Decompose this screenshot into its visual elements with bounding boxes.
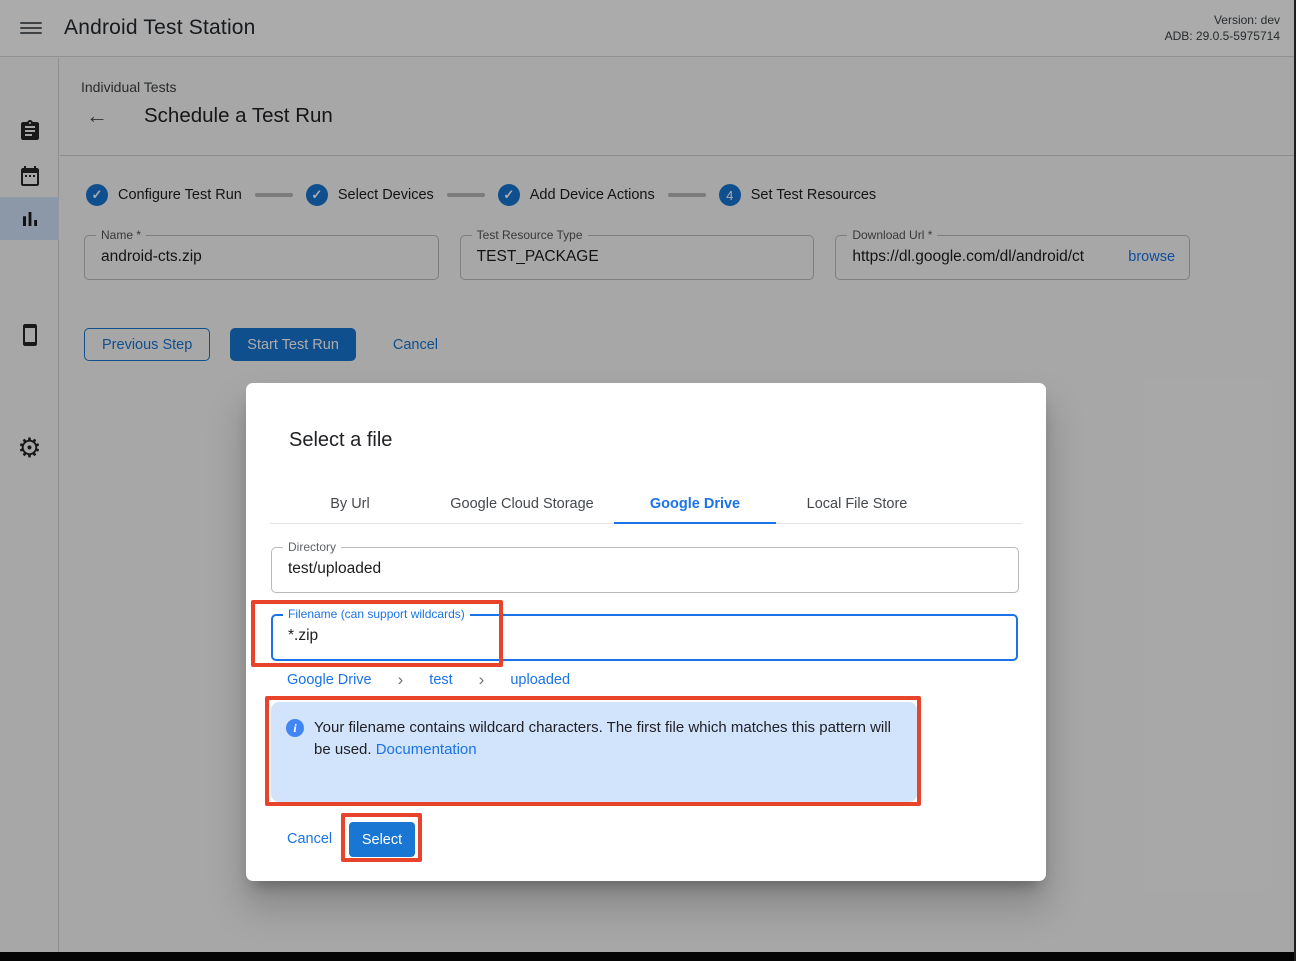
directory-field[interactable]: Directory test/uploaded bbox=[271, 547, 1019, 593]
documentation-link[interactable]: Documentation bbox=[376, 741, 477, 758]
dialog-cancel-button[interactable]: Cancel bbox=[287, 831, 332, 847]
select-file-dialog: Select a file By Url Google Cloud Storag… bbox=[246, 383, 1046, 881]
directory-field-label: Directory bbox=[283, 540, 341, 554]
filename-field[interactable]: Filename (can support wildcards) *.zip bbox=[271, 614, 1018, 661]
filename-field-label: Filename (can support wildcards) bbox=[283, 607, 470, 621]
breadcrumb-uploaded[interactable]: uploaded bbox=[510, 672, 570, 688]
tab-local-file-store[interactable]: Local File Store bbox=[776, 485, 938, 523]
wildcard-info-banner: i Your filename contains wildcard charac… bbox=[271, 702, 917, 802]
window-bottom-edge bbox=[0, 952, 1296, 961]
breadcrumb-test[interactable]: test bbox=[429, 672, 452, 688]
drive-breadcrumb: Google Drive › test › uploaded bbox=[287, 671, 570, 688]
tab-google-drive[interactable]: Google Drive bbox=[614, 485, 776, 523]
dialog-tabs: By Url Google Cloud Storage Google Drive… bbox=[270, 485, 1022, 524]
chevron-right-icon: › bbox=[398, 671, 404, 688]
filename-field-value: *.zip bbox=[288, 627, 318, 645]
tab-google-cloud-storage[interactable]: Google Cloud Storage bbox=[430, 485, 614, 523]
directory-field-value: test/uploaded bbox=[288, 560, 381, 578]
android-test-station-screen: Android Test Station Version: dev ADB: 2… bbox=[0, 0, 1296, 961]
tab-by-url[interactable]: By Url bbox=[270, 485, 430, 523]
info-icon: i bbox=[286, 719, 304, 737]
dialog-select-button[interactable]: Select bbox=[349, 822, 415, 857]
chevron-right-icon: › bbox=[479, 671, 485, 688]
banner-text: Your filename contains wildcard characte… bbox=[314, 717, 901, 760]
breadcrumb-google-drive[interactable]: Google Drive bbox=[287, 672, 372, 688]
dialog-title: Select a file bbox=[289, 429, 392, 452]
